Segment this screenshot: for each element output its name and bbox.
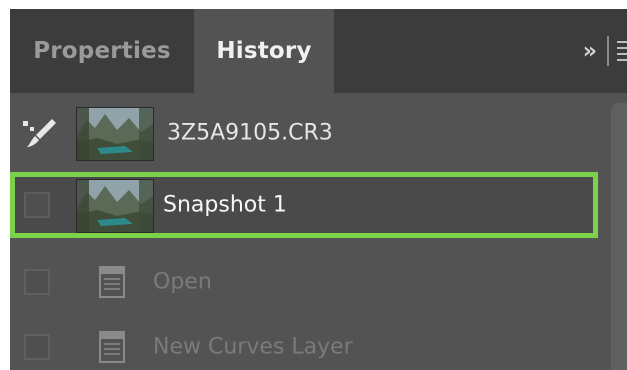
history-item-open[interactable]: Open — [10, 248, 610, 316]
thumbnail-image — [76, 107, 154, 161]
document-icon — [99, 331, 125, 363]
history-item-label: Open — [153, 269, 212, 295]
history-item-label: Snapshot 1 — [163, 192, 287, 218]
history-panel: Properties History » 3Z5A9105.CR3 Snapsh… — [10, 9, 627, 370]
document-icon — [99, 266, 125, 298]
snapshot-thumbnail-image — [76, 179, 154, 233]
panel-tab-bar: Properties History » — [10, 9, 627, 93]
history-item-source[interactable]: 3Z5A9105.CR3 — [10, 99, 610, 167]
scrollbar[interactable] — [611, 103, 627, 370]
history-brush-icon[interactable] — [22, 117, 58, 149]
history-source-checkbox[interactable] — [24, 334, 50, 360]
history-list: 3Z5A9105.CR3 Snapshot 1 Open New Curves … — [10, 93, 627, 370]
history-source-checkbox[interactable] — [24, 269, 50, 295]
history-source-checkbox[interactable] — [24, 192, 50, 218]
panel-menu-icon[interactable] — [617, 41, 627, 61]
tab-history-label: History — [216, 38, 312, 64]
tab-history[interactable]: History — [194, 9, 334, 93]
collapse-panels-icon[interactable]: » — [583, 39, 597, 64]
tab-properties[interactable]: Properties — [10, 9, 194, 93]
controls-divider — [607, 36, 609, 66]
panel-controls: » — [583, 9, 627, 93]
history-item-snapshot[interactable]: Snapshot 1 — [10, 172, 598, 238]
tab-properties-label: Properties — [33, 38, 171, 64]
history-item-label: New Curves Layer — [153, 334, 353, 360]
history-item-new-curves-layer[interactable]: New Curves Layer — [10, 313, 610, 370]
history-item-label: 3Z5A9105.CR3 — [167, 120, 333, 146]
